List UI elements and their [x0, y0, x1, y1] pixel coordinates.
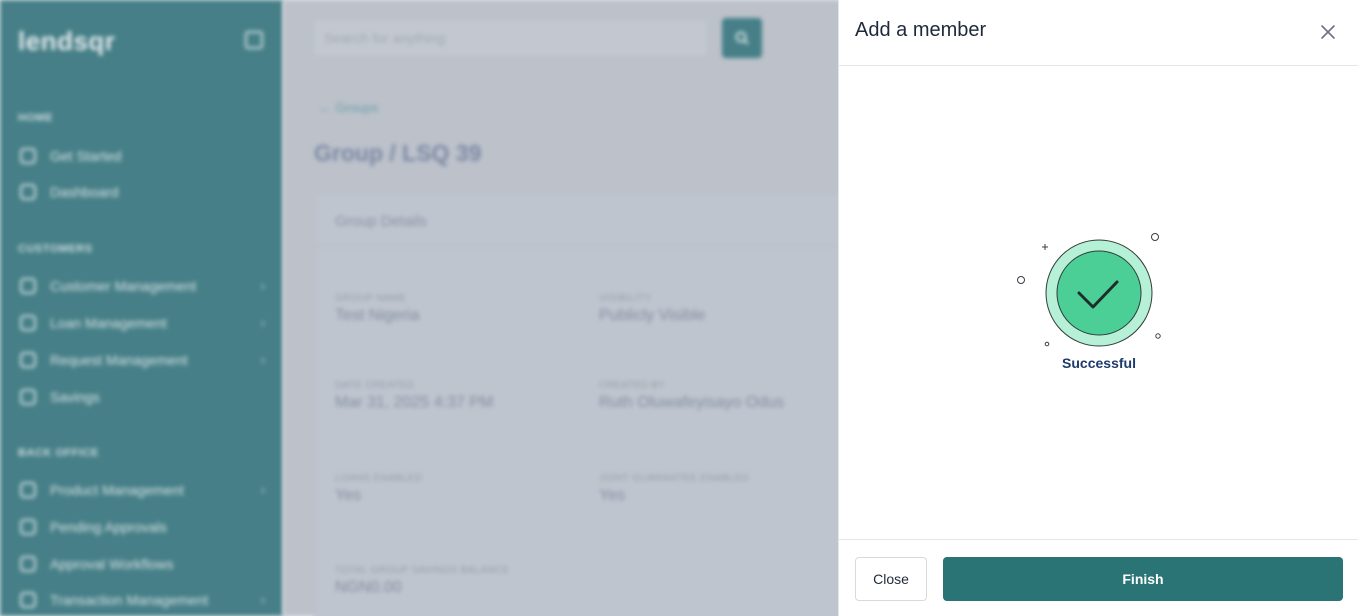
drawer-footer: Close Finish [839, 539, 1358, 616]
close-button[interactable] [1317, 21, 1339, 43]
add-member-drawer: Add a member Successful Close Finish [838, 0, 1358, 616]
success-status-text: Successful [1062, 355, 1136, 371]
drawer-title: Add a member [855, 19, 987, 41]
finish-button[interactable]: Finish [943, 557, 1343, 601]
modal-backdrop[interactable] [0, 0, 838, 616]
drawer-header: Add a member [839, 0, 1358, 66]
close-icon [1321, 25, 1335, 39]
close-button[interactable]: Close [855, 557, 927, 601]
